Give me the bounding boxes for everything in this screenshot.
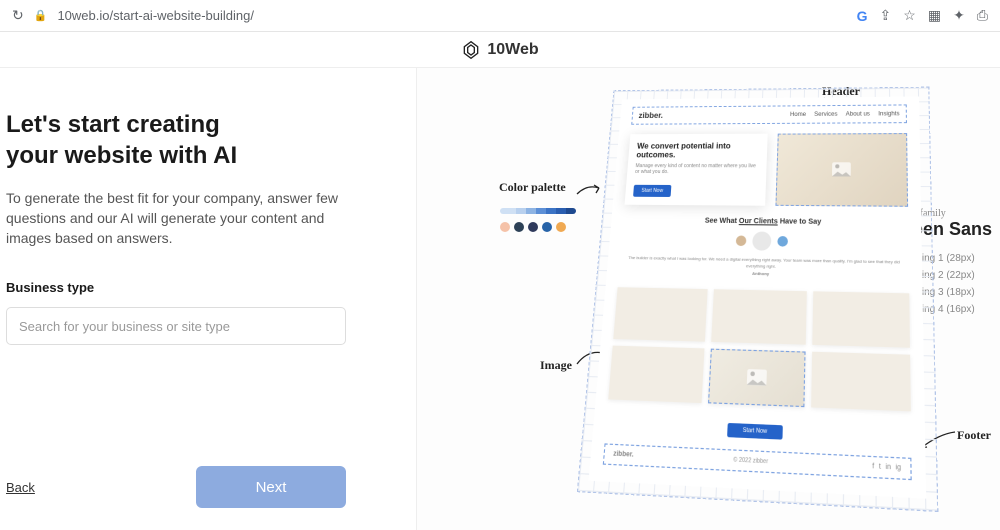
browser-extensions: G ⇪ ☆ ▦ ✦ ⎙ <box>857 7 988 24</box>
mockup-footer: zibber. © 2022 zibber ftinig <box>603 443 912 480</box>
arrow-palette <box>575 182 601 201</box>
image-placeholder-icon <box>832 162 851 176</box>
mockup-nav: HomeServicesAbout usInsights <box>790 111 900 118</box>
star-icon[interactable]: ☆ <box>903 7 916 24</box>
logo-icon <box>461 40 481 60</box>
mockup-testimonial: See What Our Clients Have to Say The bui… <box>619 217 909 280</box>
page-title: Let's start creating your website with A… <box>6 110 402 171</box>
share-icon[interactable]: ⇪ <box>880 7 892 24</box>
puzzle-icon[interactable]: ✦ <box>953 7 965 24</box>
google-icon[interactable]: G <box>857 8 868 24</box>
back-button[interactable]: Back <box>6 480 35 495</box>
annotation-image: Image <box>540 358 572 373</box>
right-panel: Header Color palette Image Footer Font-f… <box>417 68 1000 530</box>
page-description: To generate the best fit for your compan… <box>6 189 366 248</box>
cast-icon[interactable]: ⎙ <box>977 7 988 24</box>
mockup-hero-text: We convert potential into outcomes. Mana… <box>625 134 768 206</box>
extension-icon[interactable]: ▦ <box>928 7 941 24</box>
mockup-gallery <box>608 287 911 411</box>
annotation-palette: Color palette <box>499 180 566 195</box>
website-mockup: zibber. HomeServicesAbout usInsights We … <box>589 96 927 498</box>
next-button[interactable]: Next <box>196 466 346 508</box>
annotation-footer: Footer <box>957 428 991 443</box>
mockup-cta: Start Now <box>606 411 912 446</box>
browser-bar: ↻ 🔒 10web.io/start-ai-website-building/ … <box>0 0 1000 32</box>
mockup-hero-image <box>775 133 908 207</box>
main-content: Let's start creating your website with A… <box>0 68 1000 530</box>
mockup-header: zibber. HomeServicesAbout usInsights <box>631 104 907 124</box>
mockup-hero-button: Start Now <box>633 185 671 197</box>
image-placeholder-icon <box>747 369 767 386</box>
refresh-icon[interactable]: ↻ <box>12 7 24 24</box>
left-panel: Let's start creating your website with A… <box>0 68 417 530</box>
lock-icon: 🔒 <box>34 9 48 22</box>
business-type-input[interactable] <box>6 307 346 345</box>
app-header: 10Web <box>0 32 1000 68</box>
business-type-label: Business type <box>6 280 402 295</box>
mockup-logo: zibber. <box>638 111 663 120</box>
color-palette <box>500 208 576 232</box>
url-text[interactable]: 10web.io/start-ai-website-building/ <box>57 8 846 23</box>
brand-name: 10Web <box>487 41 538 59</box>
